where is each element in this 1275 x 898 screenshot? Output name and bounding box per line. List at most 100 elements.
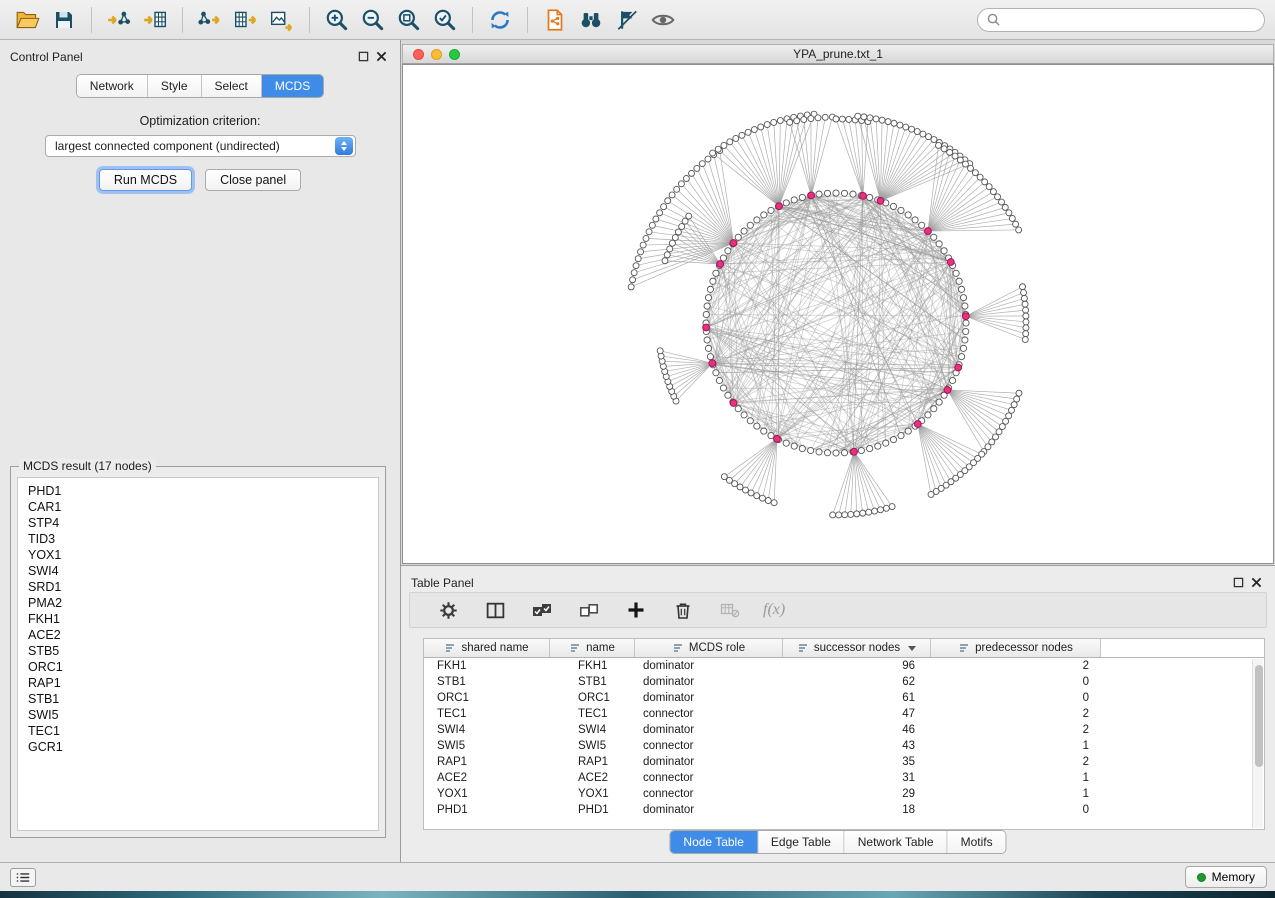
mcds-result-item[interactable]: FKH1 <box>28 611 368 627</box>
mcds-result-item[interactable]: STB1 <box>28 691 368 707</box>
table-cell: PHD1 <box>424 802 550 818</box>
close-window-icon[interactable] <box>413 49 424 60</box>
list-icon <box>15 871 31 884</box>
zoom-fit-button[interactable] <box>391 4 427 36</box>
close-panel-icon[interactable] <box>375 50 388 63</box>
scrollbar-thumb[interactable] <box>1255 665 1263 767</box>
network-canvas[interactable] <box>402 64 1274 564</box>
criterion-select[interactable]: largest connected component (undirected) <box>45 135 356 157</box>
mcds-result-item[interactable]: TID3 <box>28 531 368 547</box>
table-row[interactable]: PHD1PHD1dominator180 <box>424 802 1264 818</box>
table-cell: 0 <box>931 690 1101 706</box>
table-cell: 29 <box>783 786 931 802</box>
table-row[interactable]: ORC1ORC1dominator610 <box>424 690 1264 706</box>
table-cell: ORC1 <box>424 690 550 706</box>
table-settings-button[interactable] <box>434 596 462 624</box>
column-header-successor-nodes[interactable]: successor nodes <box>783 639 931 657</box>
mcds-result-item[interactable]: SWI4 <box>28 563 368 579</box>
close-table-panel-icon[interactable] <box>1250 576 1263 589</box>
zoom-selected-button[interactable] <box>427 4 463 36</box>
mcds-result-item[interactable]: PHD1 <box>28 483 368 499</box>
deselect-all-columns-button[interactable] <box>575 596 603 624</box>
mcds-result-item[interactable]: SRD1 <box>28 579 368 595</box>
delete-column-button[interactable] <box>669 596 697 624</box>
table-cell: ACE2 <box>550 770 635 786</box>
gear-icon <box>438 600 459 621</box>
mcds-result-item[interactable]: SWI5 <box>28 707 368 723</box>
tab-select[interactable]: Select <box>202 75 262 97</box>
export-network-button[interactable] <box>192 4 228 36</box>
column-header-shared-name[interactable]: shared name <box>424 639 550 657</box>
tab-network[interactable]: Network <box>77 75 148 97</box>
table-row[interactable]: ACE2ACE2connector311 <box>424 770 1264 786</box>
style-slash-button[interactable] <box>609 4 645 36</box>
zoom-out-button[interactable] <box>355 4 391 36</box>
mcds-result-item[interactable]: ORC1 <box>28 659 368 675</box>
mcds-result-item[interactable]: ACE2 <box>28 627 368 643</box>
toggle-visibility-button[interactable] <box>645 4 681 36</box>
table-row[interactable]: YOX1YOX1connector291 <box>424 786 1264 802</box>
table-row[interactable]: SWI5SWI5connector431 <box>424 738 1264 754</box>
select-all-columns-button[interactable] <box>528 596 556 624</box>
eye-icon <box>649 7 677 33</box>
open-document-share-button[interactable] <box>537 4 573 36</box>
tab-mcds[interactable]: MCDS <box>262 75 323 97</box>
float-panel-icon[interactable] <box>357 50 370 63</box>
table-cell: 46 <box>783 722 931 738</box>
table-cell: STB1 <box>424 674 550 690</box>
toolbar-separator <box>309 7 310 33</box>
open-session-button[interactable] <box>10 4 46 36</box>
table-row[interactable]: TEC1TEC1connector472 <box>424 706 1264 722</box>
export-image-button[interactable] <box>264 4 300 36</box>
table-row[interactable]: RAP1RAP1dominator352 <box>424 754 1264 770</box>
mcds-result-item[interactable]: CAR1 <box>28 499 368 515</box>
mcds-result-item[interactable]: STB5 <box>28 643 368 659</box>
tab-edge-table[interactable]: Edge Table <box>758 831 845 853</box>
table-scrollbar[interactable] <box>1252 659 1263 828</box>
table-cell: 2 <box>931 658 1101 674</box>
tab-motifs[interactable]: Motifs <box>948 831 1006 853</box>
column-header-predecessor-nodes[interactable]: predecessor nodes <box>931 639 1101 657</box>
mcds-result-item[interactable]: RAP1 <box>28 675 368 691</box>
table-cell: ACE2 <box>424 770 550 786</box>
refresh-button[interactable] <box>482 4 518 36</box>
save-session-button[interactable] <box>46 4 82 36</box>
tab-style[interactable]: Style <box>148 75 202 97</box>
memory-button[interactable]: Memory <box>1185 866 1267 888</box>
mcds-result-item[interactable]: GCR1 <box>28 739 368 755</box>
tab-node-table[interactable]: Node Table <box>670 831 758 853</box>
column-header-mcds-role[interactable]: MCDS role <box>635 639 783 657</box>
sort-dropdown-icon[interactable] <box>908 646 916 651</box>
float-table-panel-icon[interactable] <box>1232 576 1245 589</box>
column-header-name[interactable]: name <box>550 639 635 657</box>
table-row[interactable]: FKH1FKH1dominator962 <box>424 658 1264 674</box>
mcds-result-item[interactable]: TEC1 <box>28 723 368 739</box>
import-table-button[interactable] <box>137 4 173 36</box>
status-bar: Memory <box>0 862 1275 891</box>
table-cell: connector <box>635 706 783 722</box>
task-history-button[interactable] <box>10 868 36 887</box>
network-titlebar[interactable]: YPA_prune.txt_1 <box>402 44 1274 64</box>
split-columns-button[interactable] <box>481 596 509 624</box>
mcds-result-item[interactable]: PMA2 <box>28 595 368 611</box>
close-panel-button[interactable]: Close panel <box>205 169 301 191</box>
network-graph[interactable] <box>403 65 1274 564</box>
search-icon <box>986 12 1001 27</box>
table-cell: RAP1 <box>424 754 550 770</box>
zoom-in-button[interactable] <box>319 4 355 36</box>
find-button[interactable] <box>573 4 609 36</box>
export-table-button[interactable] <box>228 4 264 36</box>
create-column-button[interactable] <box>622 596 650 624</box>
maximize-window-icon[interactable] <box>449 49 460 60</box>
import-network-button[interactable] <box>101 4 137 36</box>
minimize-window-icon[interactable] <box>431 49 442 60</box>
table-panel-tabs: Node Table Edge Table Network Table Moti… <box>669 830 1006 854</box>
table-row[interactable]: SWI4SWI4dominator462 <box>424 722 1264 738</box>
criterion-selected-value: largest connected component (undirected) <box>46 139 335 153</box>
search-input[interactable] <box>1005 13 1256 27</box>
mcds-result-item[interactable]: YOX1 <box>28 547 368 563</box>
table-row[interactable]: STB1STB1dominator620 <box>424 674 1264 690</box>
mcds-result-item[interactable]: STP4 <box>28 515 368 531</box>
run-mcds-button[interactable]: Run MCDS <box>99 169 192 191</box>
tab-network-table[interactable]: Network Table <box>845 831 948 853</box>
